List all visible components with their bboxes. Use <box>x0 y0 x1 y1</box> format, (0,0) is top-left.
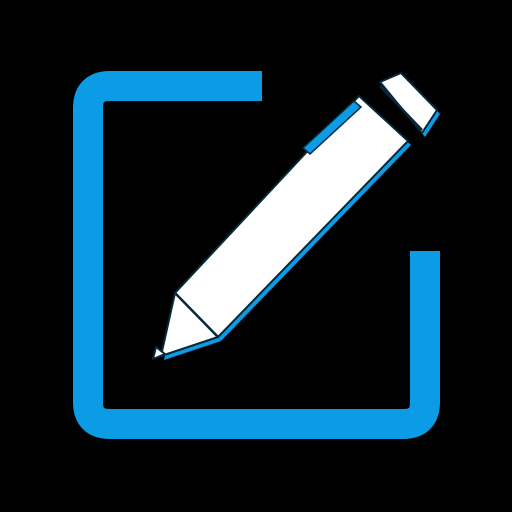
edit-icon <box>0 0 512 512</box>
pen <box>152 72 438 360</box>
pen-barrel <box>174 95 409 338</box>
edit-icon-graphic <box>73 71 440 439</box>
